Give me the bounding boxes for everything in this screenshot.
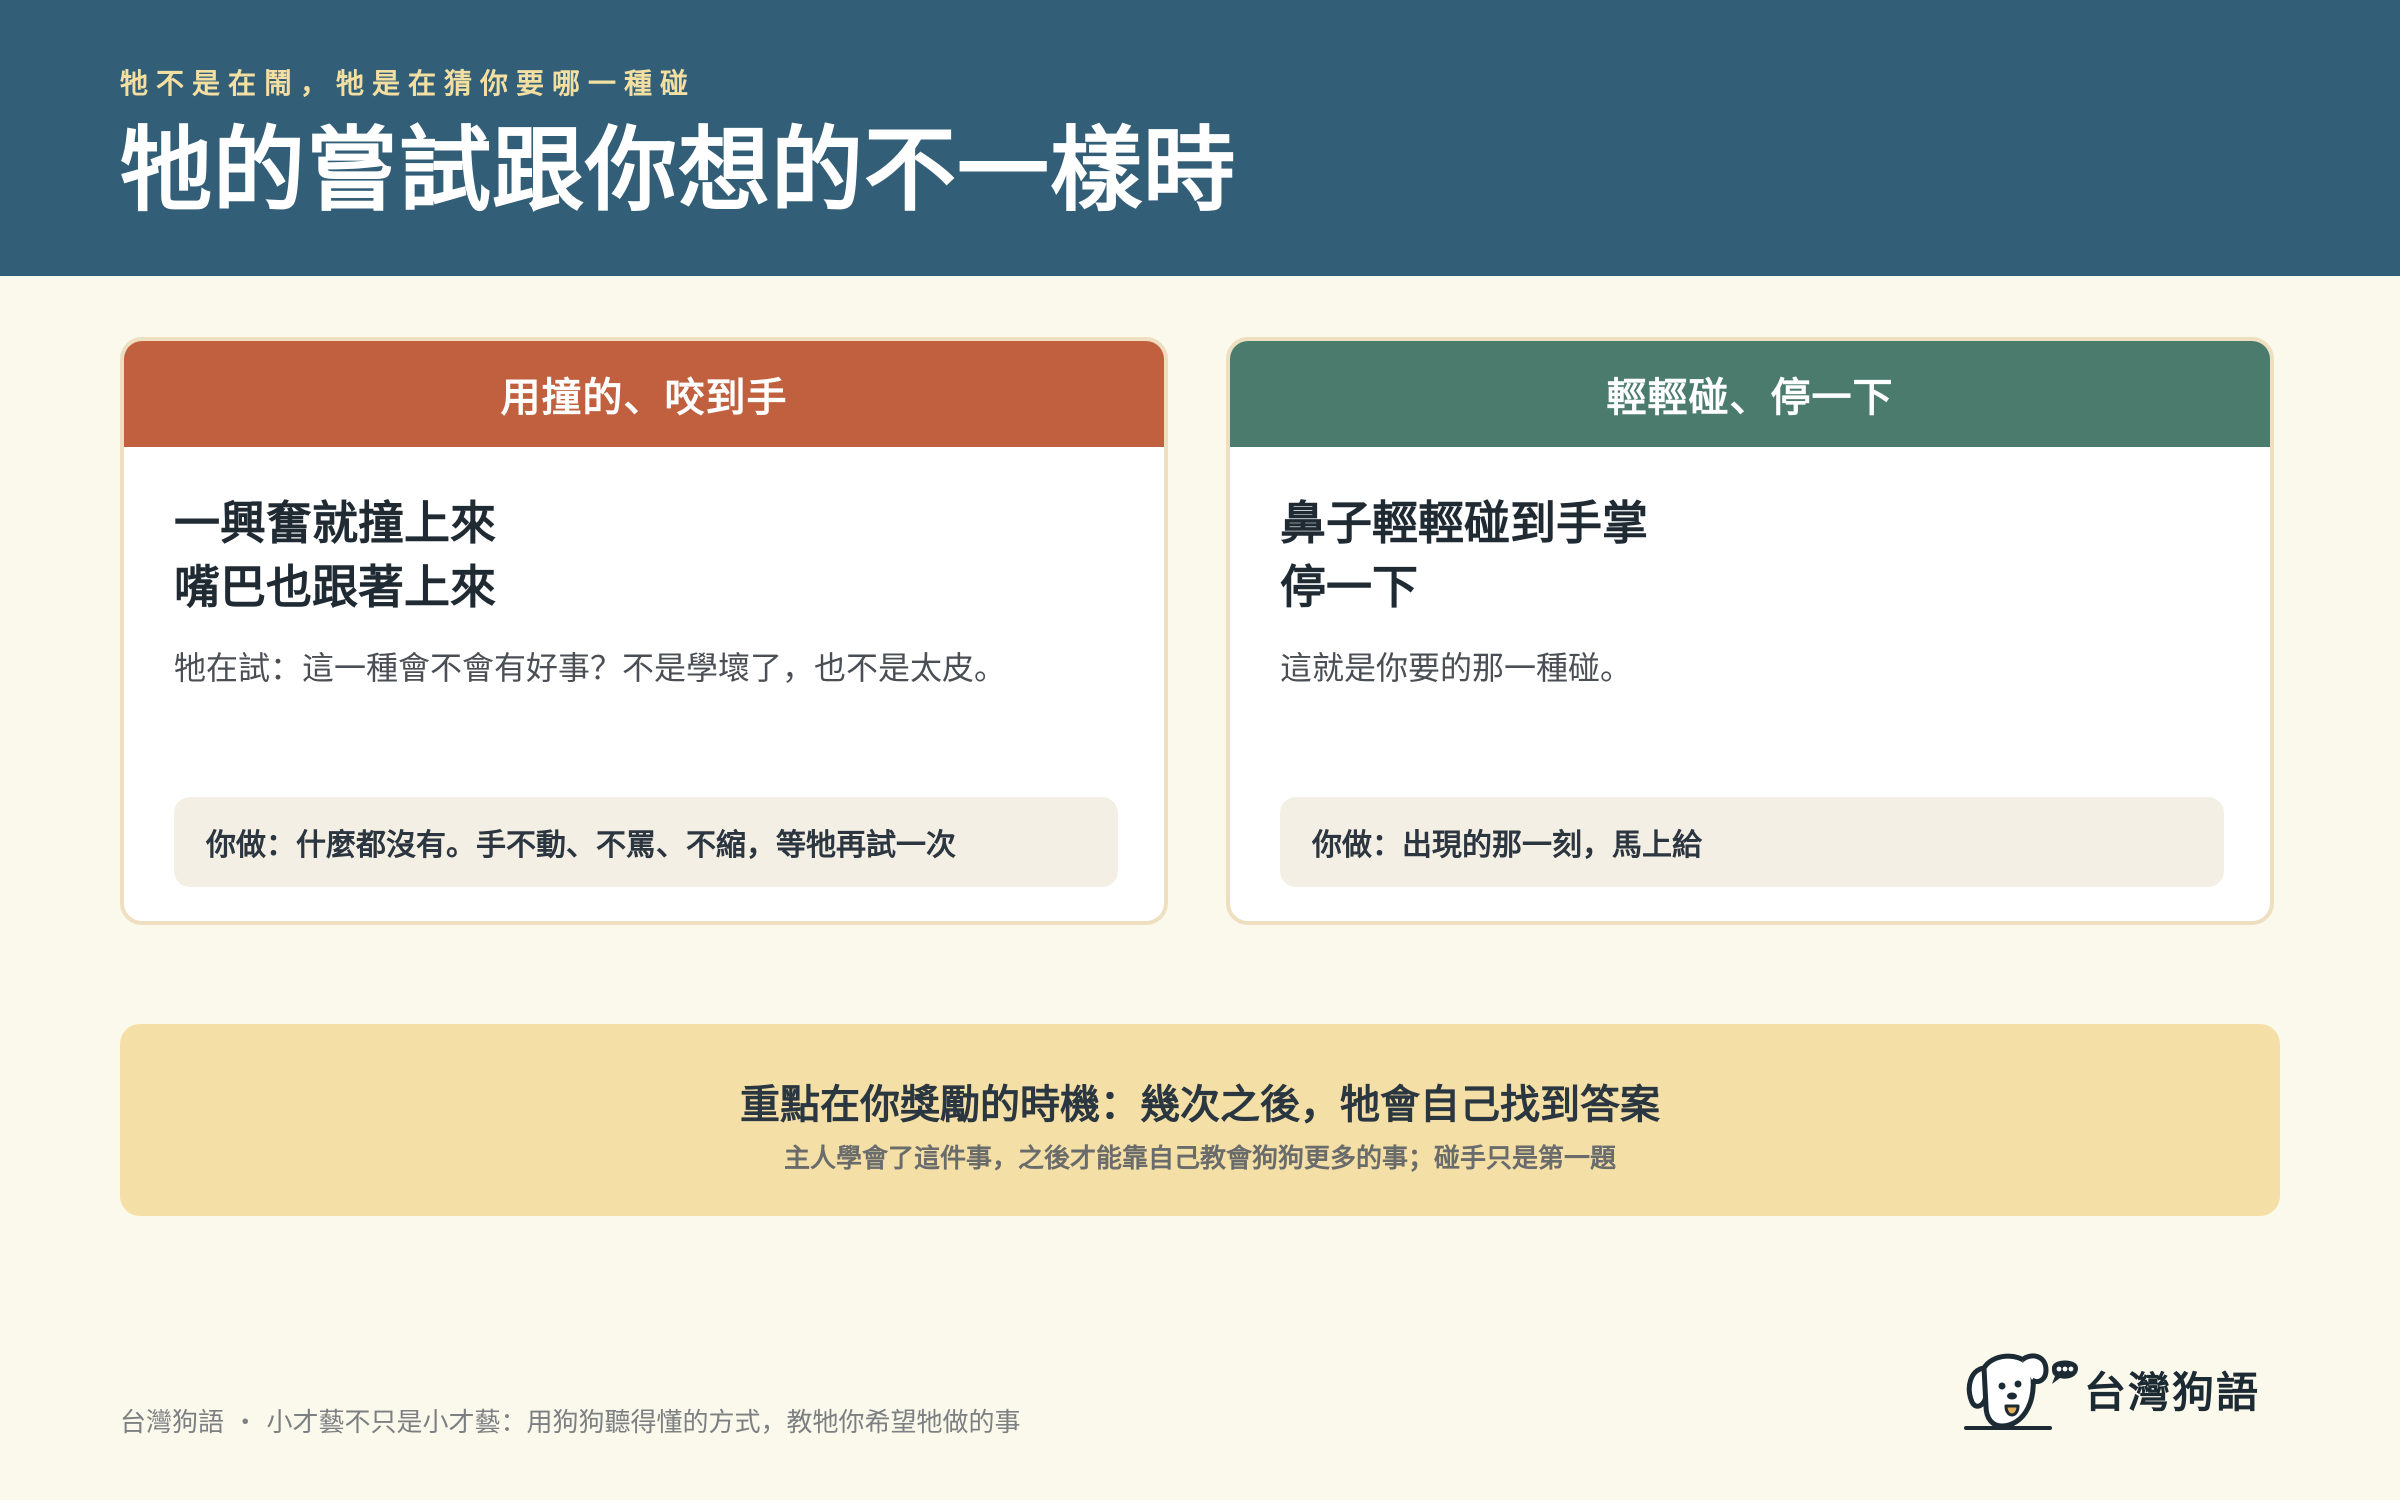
brand-name: 台灣狗語 xyxy=(2084,1367,2261,1417)
card-title-line: 一興奮就撞上來 xyxy=(174,496,496,550)
key-point-sub: 主人學會了這件事，之後才能靠自己教會狗狗更多的事；碰手只是第一題 xyxy=(783,1144,1616,1174)
card-title-line: 嘴巴也跟著上來 xyxy=(174,560,496,614)
key-point-main: 重點在你獎勵的時機：幾次之後，牠會自己找到答案 xyxy=(740,1082,1660,1128)
card-title-line: 停一下 xyxy=(1280,560,1418,614)
key-point-banner: 重點在你獎勵的時機：幾次之後，牠會自己找到答案 主人學會了這件事，之後才能靠自己… xyxy=(120,1024,2280,1216)
brand-logo: 台灣狗語 xyxy=(1962,1344,2260,1434)
card-description: 牠在試：這一種會不會有好事？不是學壞了，也不是太皮。 xyxy=(174,649,1007,687)
card-title: 鼻子輕輕碰到手掌 停一下 xyxy=(1280,491,1648,619)
footer-note: 台灣狗語 ・ 小才藝不只是小才藝：用狗狗聽得懂的方式，教牠你希望牠做的事 xyxy=(120,1408,1021,1438)
dog-speech-logo-icon xyxy=(1964,1353,2078,1430)
card-action-box: 你做：什麼都沒有。手不動、不罵、不縮，等牠再試一次 xyxy=(174,797,1118,887)
card-title: 一興奮就撞上來 嘴巴也跟著上來 xyxy=(174,491,496,619)
card-gentle-touch: 輕輕碰、停一下 鼻子輕輕碰到手掌 停一下 這就是你要的那一種碰。 你做：出現的那… xyxy=(1226,337,2274,925)
card-heading: 用撞的、咬到手 xyxy=(124,341,1164,447)
card-action-box: 你做：出現的那一刻，馬上給 xyxy=(1280,797,2224,887)
card-bump-bite: 用撞的、咬到手 一興奮就撞上來 嘴巴也跟著上來 牠在試：這一種會不會有好事？不是… xyxy=(120,337,1168,925)
card-title-line: 鼻子輕輕碰到手掌 xyxy=(1280,496,1648,550)
card-description: 這就是你要的那一種碰。 xyxy=(1280,649,1633,687)
header-banner: 牠不是在鬧，牠是在猜你要哪一種碰 牠的嘗試跟你想的不一樣時 xyxy=(0,0,2400,276)
card-heading: 輕輕碰、停一下 xyxy=(1230,341,2270,447)
header-kicker: 牠不是在鬧，牠是在猜你要哪一種碰 xyxy=(120,67,697,100)
page-title: 牠的嘗試跟你想的不一樣時 xyxy=(120,117,1237,224)
